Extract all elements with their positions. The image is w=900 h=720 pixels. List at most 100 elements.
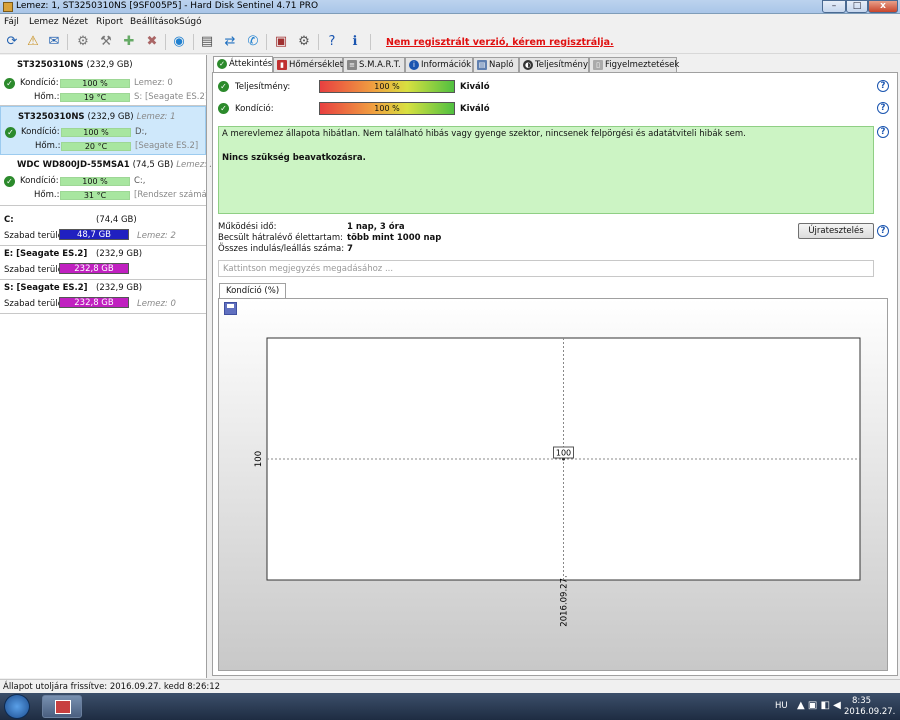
disk-item[interactable]: WDC WD800JD-55MSA1 (74,5 GB) Lemez: 2 ✓ …	[0, 155, 215, 206]
help-icon[interactable]: ?	[877, 225, 889, 237]
settings-icon[interactable]: ⚙	[295, 33, 313, 51]
check-icon: ✓	[217, 59, 227, 69]
menu-disk[interactable]: Lemez	[29, 17, 58, 27]
web-icon[interactable]: ◉	[170, 33, 188, 51]
volume-item[interactable]: C: (74,4 GB) Szabad terület 48,7 GB Leme…	[0, 212, 206, 246]
condition-bar: 100 %	[61, 128, 131, 137]
ok-check-icon: ✓	[4, 78, 15, 89]
temperature-bar: 31 °C	[60, 191, 130, 200]
help-icon[interactable]: ?	[877, 80, 889, 92]
clock-time[interactable]: 8:35	[852, 696, 871, 706]
volume-name: E: [Seagate ES.2]	[4, 249, 88, 259]
disk-list-panel: ST3250310NS (232,9 GB) ✓ Kondíció: 100 %…	[0, 55, 215, 678]
tab-overview[interactable]: ✓ Áttekintés	[213, 56, 273, 73]
help-icon[interactable]: ?	[877, 102, 889, 114]
menu-view[interactable]: Nézet	[62, 17, 88, 27]
note-input[interactable]: Kattintson megjegyzés megadásához ...	[218, 260, 874, 277]
volume-name: S: [Seagate ES.2]	[4, 283, 88, 293]
free-space-label: Szabad terület	[4, 265, 67, 275]
tab-log[interactable]: ▤ Napló	[473, 57, 519, 72]
temperature-label: Hőm.:	[34, 190, 60, 200]
performance-rating: Kiváló	[460, 82, 490, 92]
condition-label: Kondíció:	[20, 176, 59, 186]
volume-item[interactable]: S: [Seagate ES.2] (232,9 GB) Szabad terü…	[0, 280, 206, 314]
document-icon[interactable]: ▤	[198, 33, 216, 51]
maximize-button[interactable]: □	[846, 0, 868, 13]
volume-item[interactable]: E: [Seagate ES.2] (232,9 GB) Szabad terü…	[0, 246, 206, 280]
title-bar: Lemez: 1, ST3250310NS [9SF005P5] - Hard …	[0, 0, 900, 14]
x-tick-label: 2016.09.27.	[560, 575, 570, 626]
help-icon[interactable]: ?	[323, 33, 341, 51]
disk-name: ST3250310NS (232,9 GB) Lemez: 1	[18, 112, 176, 122]
chat-icon[interactable]: ✆	[244, 33, 262, 51]
free-space-bar: 232,8 GB	[59, 263, 129, 274]
ok-check-icon: ✓	[218, 81, 229, 92]
refresh-icon[interactable]: ⟳	[3, 33, 21, 51]
data-label: 100	[556, 449, 571, 458]
disk-volume-names: [Seagate ES.2]	[135, 141, 199, 151]
help-icon[interactable]: ?	[877, 126, 889, 138]
volume-size: (232,9 GB)	[96, 283, 143, 293]
condition-bar: 100 %	[319, 102, 455, 115]
hdd-remove-icon[interactable]: ✖	[143, 33, 161, 51]
performance-bar: 100 %	[319, 80, 455, 93]
start-button[interactable]	[4, 694, 30, 719]
menu-file[interactable]: Fájl	[4, 17, 19, 27]
tray-icons[interactable]: ▲ ▣ ◧ ◀	[797, 700, 841, 711]
unregistered-link[interactable]: Nem regisztrált verzió, kérem regisztrál…	[386, 37, 614, 48]
sync-icon[interactable]: ⇄	[221, 33, 239, 51]
hdd-surface-icon[interactable]: ⚒	[97, 33, 115, 51]
language-indicator[interactable]: HU	[775, 701, 788, 711]
free-space-label: Szabad terület	[4, 231, 67, 241]
disk-volumes: S: [Seagate ES.2]	[134, 92, 206, 102]
tab-temperature[interactable]: ▮ Hőmérséklet	[273, 57, 343, 72]
close-button[interactable]: x	[868, 0, 898, 13]
tab-alerts[interactable]: ▯ Figyelmeztetések	[589, 57, 679, 72]
condition-chart: 100 2016.09.27. 100	[254, 337, 861, 627]
condition-label: Kondíció:	[20, 78, 59, 88]
info-icon: i	[409, 60, 419, 70]
tab-performance[interactable]: ◐ Teljesítmény	[519, 57, 589, 72]
retest-button[interactable]: Újratesztelés	[798, 223, 874, 239]
hdd-test-icon[interactable]: ⚙	[74, 33, 92, 51]
condition-rating: Kiváló	[460, 104, 490, 114]
info-icon[interactable]: ℹ	[346, 33, 364, 51]
clock-date[interactable]: 2016.09.27.	[844, 707, 895, 717]
gauge-icon: ◐	[523, 60, 533, 70]
volume-disk: Lemez: 2	[137, 231, 176, 241]
hdd-repair-icon[interactable]: ✚	[120, 33, 138, 51]
tab-information[interactable]: i Információk	[405, 57, 473, 72]
condition-bar: 100 %	[60, 79, 130, 88]
disk-item[interactable]: ST3250310NS (232,9 GB) ✓ Kondíció: 100 %…	[0, 55, 206, 106]
taskbar-app-hdsentinel[interactable]	[42, 695, 82, 718]
uptime-value: 1 nap, 3 óra	[347, 222, 405, 232]
monitor-icon[interactable]: ▣	[272, 33, 290, 51]
status-text: A merevlemez állapota hibátlan. Nem talá…	[222, 129, 746, 139]
minimize-button[interactable]: –	[822, 0, 846, 13]
menu-help[interactable]: Súgó	[179, 17, 202, 27]
temperature-label: Hőm.:	[35, 141, 61, 151]
menu-report[interactable]: Riport	[96, 17, 123, 27]
free-space-label: Szabad terület	[4, 299, 67, 309]
menu-settings[interactable]: Beállítások	[130, 17, 179, 27]
alert-icon: ▯	[593, 60, 603, 70]
menu-bar: Fájl Lemez Nézet Riport Beállítások Súgó	[0, 14, 900, 30]
tab-smart[interactable]: ≡ S.M.A.R.T.	[343, 57, 405, 72]
disk-health-icon[interactable]: ⚠	[24, 33, 42, 51]
disk-item-selected[interactable]: ST3250310NS (232,9 GB) Lemez: 1 ✓ Kondíc…	[0, 106, 206, 155]
disk-volumes: C:,	[134, 176, 146, 186]
mail-icon[interactable]: ✉	[45, 33, 63, 51]
condition-label: Kondíció:	[235, 104, 274, 114]
disk-name: ST3250310NS (232,9 GB)	[17, 60, 133, 70]
y-tick-label: 100	[254, 451, 264, 467]
window-title: Lemez: 1, ST3250310NS [9SF005P5] - Hard …	[16, 1, 319, 11]
toolbar: ⟳ ⚠ ✉ ⚙ ⚒ ✚ ✖ ◉ ▤ ⇄ ✆ ▣ ⚙ ? ℹ Nem regisz…	[0, 30, 900, 54]
status-summary-box: A merevlemez állapota hibátlan. Nem talá…	[218, 126, 874, 214]
chart-tab-condition[interactable]: Kondíció (%)	[219, 283, 287, 299]
volume-disk: Lemez: 0	[137, 299, 176, 309]
ok-check-icon: ✓	[5, 127, 16, 138]
chart-pane: 100 2016.09.27. 100	[218, 298, 888, 671]
disk-volumes: D:,	[135, 127, 148, 137]
volume-size: (74,4 GB)	[96, 215, 137, 225]
performance-label: Teljesítmény:	[235, 82, 291, 92]
